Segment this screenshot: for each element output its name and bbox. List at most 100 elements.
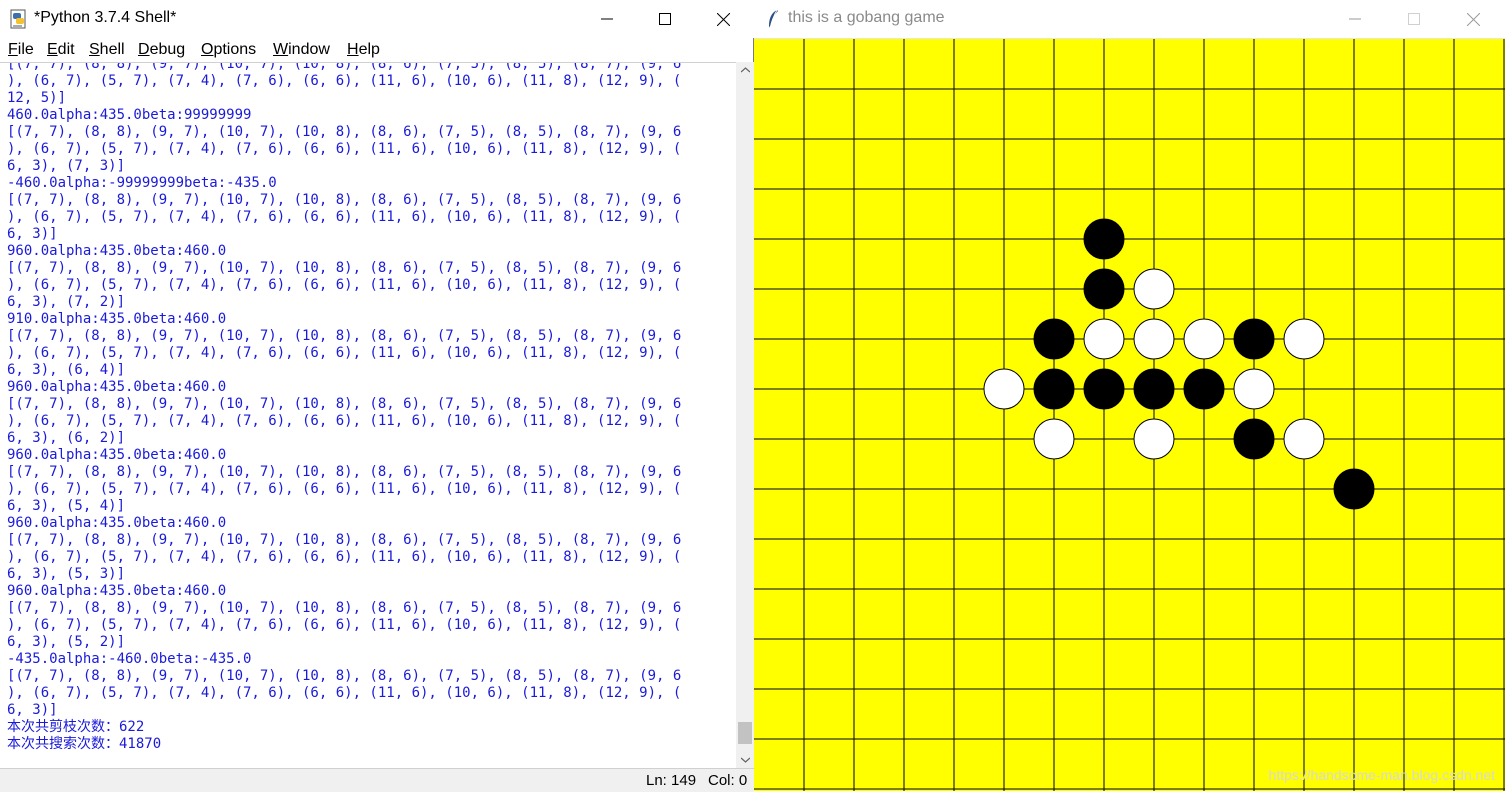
minimize-icon bbox=[1349, 18, 1361, 20]
scroll-down-button[interactable] bbox=[736, 752, 754, 768]
black-stone bbox=[1233, 318, 1275, 360]
status-line-number: Ln: 149 bbox=[646, 772, 697, 789]
shell-line: ), (6, 7), (5, 7), (7, 4), (7, 6), (6, 6… bbox=[7, 617, 682, 633]
black-stone bbox=[1183, 368, 1225, 410]
shell-line: 960.0alpha:435.0beta:460.0 bbox=[7, 447, 227, 463]
shell-output-area[interactable]: [(7, 7), (8, 8), (9, 7), (10, 7), (10, 8… bbox=[0, 62, 736, 769]
menu-debug[interactable]: Debug bbox=[138, 41, 185, 59]
menu-label: ebug bbox=[149, 41, 186, 58]
shell-line: ), (6, 7), (5, 7), (7, 4), (7, 6), (6, 6… bbox=[7, 345, 682, 361]
vertical-scrollbar[interactable] bbox=[736, 62, 754, 768]
menu-edit[interactable]: Edit bbox=[47, 41, 75, 59]
menu-mnemonic: E bbox=[47, 41, 58, 58]
maximize-button[interactable] bbox=[636, 0, 694, 38]
close-icon bbox=[1466, 12, 1480, 26]
chevron-up-icon bbox=[740, 67, 750, 73]
menu-shell[interactable]: Shell bbox=[89, 41, 125, 59]
close-icon bbox=[716, 12, 730, 26]
menu-label: hell bbox=[99, 41, 125, 58]
shell-line: ), (6, 7), (5, 7), (7, 4), (7, 6), (6, 6… bbox=[7, 413, 682, 429]
menu-label: elp bbox=[358, 41, 380, 58]
shell-line: [(7, 7), (8, 8), (9, 7), (10, 7), (10, 8… bbox=[7, 62, 682, 72]
white-stone bbox=[1283, 418, 1325, 460]
shell-line: 本次共剪枝次数：622 bbox=[7, 719, 145, 735]
tk-feather-icon bbox=[769, 9, 778, 29]
watermark: https://handsome-man.blog.csdn.net bbox=[1268, 767, 1495, 783]
window-title: this is a gobang game bbox=[788, 9, 945, 26]
shell-line: [(7, 7), (8, 8), (9, 7), (10, 7), (10, 8… bbox=[7, 532, 682, 548]
shell-line: ), (6, 7), (5, 7), (7, 4), (7, 6), (6, 6… bbox=[7, 481, 682, 497]
menu-help[interactable]: Help bbox=[347, 41, 380, 59]
white-stone bbox=[983, 368, 1025, 410]
shell-line: 960.0alpha:435.0beta:460.0 bbox=[7, 583, 227, 599]
shell-line: [(7, 7), (8, 8), (9, 7), (10, 7), (10, 8… bbox=[7, 668, 682, 684]
white-stone bbox=[1233, 368, 1275, 410]
menu-label: ptions bbox=[213, 41, 257, 58]
white-stone bbox=[1133, 418, 1175, 460]
menu-bar: File Edit Shell Debug Options Window Help bbox=[0, 38, 754, 62]
menu-label: ile bbox=[17, 41, 34, 58]
gobang-board[interactable]: https://handsome-man.blog.csdn.net bbox=[754, 39, 1505, 791]
white-stone bbox=[1033, 418, 1075, 460]
shell-line: ), (6, 7), (5, 7), (7, 4), (7, 6), (6, 6… bbox=[7, 685, 682, 701]
shell-line: ), (6, 7), (5, 7), (7, 4), (7, 6), (6, 6… bbox=[7, 277, 682, 293]
menu-mnemonic: S bbox=[89, 41, 100, 58]
menu-mnemonic: W bbox=[273, 41, 289, 58]
shell-line: 6, 3), (5, 2)] bbox=[7, 634, 126, 650]
shell-line: 960.0alpha:435.0beta:460.0 bbox=[7, 243, 227, 259]
menu-mnemonic: D bbox=[138, 41, 150, 58]
menu-mnemonic: H bbox=[347, 41, 359, 58]
minimize-icon bbox=[601, 18, 613, 20]
gobang-titlebar[interactable]: this is a gobang game bbox=[754, 0, 1505, 39]
python-shell-window: *Python 3.7.4 Shell* File Edit Shell Debug O… bbox=[0, 0, 754, 792]
minimize-button[interactable] bbox=[1326, 0, 1384, 38]
shell-line: 6, 3), (5, 4)] bbox=[7, 498, 126, 514]
shell-line: [(7, 7), (8, 8), (9, 7), (10, 7), (10, 8… bbox=[7, 260, 682, 276]
menu-label: indow bbox=[288, 41, 330, 58]
menu-window[interactable]: Window bbox=[273, 41, 330, 59]
shell-line: 12, 5)] bbox=[7, 90, 67, 106]
shell-output-text: [(7, 7), (8, 8), (9, 7), (10, 7), (10, 8… bbox=[7, 62, 682, 753]
close-button[interactable] bbox=[694, 0, 752, 38]
shell-line: [(7, 7), (8, 8), (9, 7), (10, 7), (10, 8… bbox=[7, 600, 682, 616]
window-title: *Python 3.7.4 Shell* bbox=[34, 9, 177, 26]
maximize-icon bbox=[1408, 13, 1420, 25]
shell-line: 6, 3), (6, 2)] bbox=[7, 430, 126, 446]
menu-mnemonic: F bbox=[8, 41, 18, 58]
menu-file[interactable]: File bbox=[8, 41, 34, 59]
shell-line: 6, 3)] bbox=[7, 226, 58, 242]
minimize-button[interactable] bbox=[578, 0, 636, 38]
shell-line: 960.0alpha:435.0beta:460.0 bbox=[7, 379, 227, 395]
white-stone bbox=[1183, 318, 1225, 360]
maximize-button[interactable] bbox=[1385, 0, 1443, 38]
status-column-number: Col: 0 bbox=[708, 772, 748, 789]
white-stone bbox=[1283, 318, 1325, 360]
white-stone bbox=[1133, 318, 1175, 360]
shell-line: 6, 3), (6, 4)] bbox=[7, 362, 126, 378]
shell-titlebar[interactable]: *Python 3.7.4 Shell* bbox=[0, 0, 754, 38]
menu-label: dit bbox=[57, 41, 75, 58]
board-canvas[interactable] bbox=[754, 39, 1505, 791]
status-bar: Ln: 149 Col: 0 bbox=[0, 768, 754, 792]
shell-line: ), (6, 7), (5, 7), (7, 4), (7, 6), (6, 6… bbox=[7, 73, 682, 89]
shell-line: -435.0alpha:-460.0beta:-435.0 bbox=[7, 651, 252, 667]
maximize-icon bbox=[659, 13, 671, 25]
shell-line: 6, 3), (7, 2)] bbox=[7, 294, 126, 310]
white-stone bbox=[1083, 318, 1125, 360]
menu-mnemonic: O bbox=[201, 41, 214, 58]
black-stone bbox=[1033, 368, 1075, 410]
shell-line: 910.0alpha:435.0beta:460.0 bbox=[7, 311, 227, 327]
scroll-up-button[interactable] bbox=[736, 62, 754, 78]
scrollbar-thumb[interactable] bbox=[738, 722, 752, 744]
black-stone bbox=[1083, 218, 1125, 260]
shell-line: 960.0alpha:435.0beta:460.0 bbox=[7, 515, 227, 531]
shell-line: [(7, 7), (8, 8), (9, 7), (10, 7), (10, 8… bbox=[7, 192, 682, 208]
black-stone bbox=[1133, 368, 1175, 410]
menu-options[interactable]: Options bbox=[201, 41, 256, 59]
black-stone bbox=[1333, 468, 1375, 510]
black-stone bbox=[1083, 268, 1125, 310]
shell-line: ), (6, 7), (5, 7), (7, 4), (7, 6), (6, 6… bbox=[7, 141, 682, 157]
close-button[interactable] bbox=[1444, 0, 1502, 38]
chevron-down-icon bbox=[740, 757, 750, 763]
shell-line: 本次共搜索次数：41870 bbox=[7, 736, 162, 752]
